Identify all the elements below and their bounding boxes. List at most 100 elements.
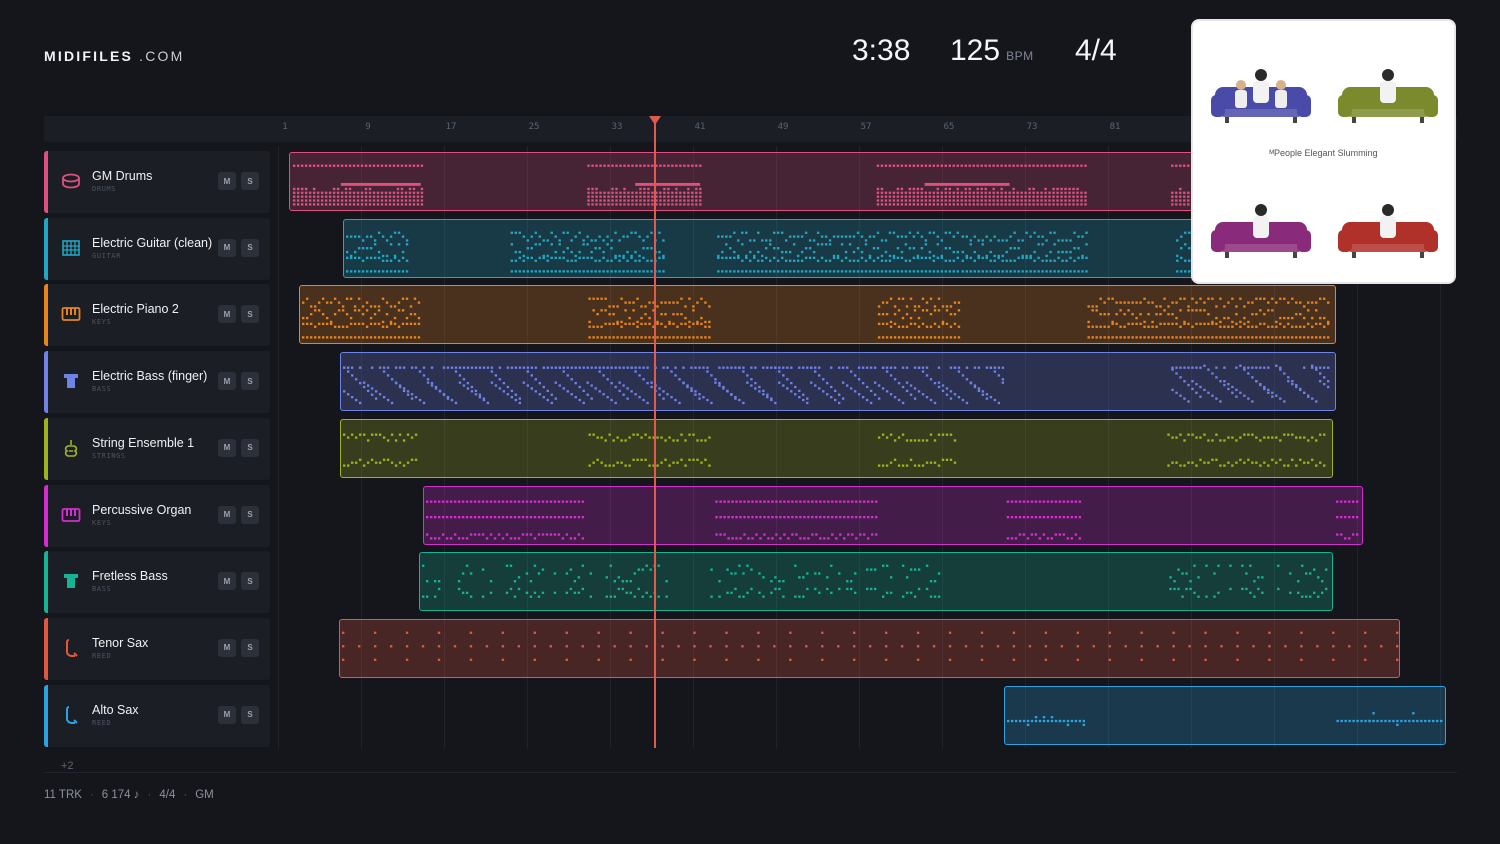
footer-time-signature: 4/4 — [159, 789, 176, 801]
ruler-bar-73: 73 — [1026, 122, 1038, 132]
track-name: Electric Bass (finger) — [92, 369, 208, 384]
footer-divider — [44, 772, 1457, 773]
mute-button[interactable]: M — [218, 238, 236, 257]
track-color-stripe — [44, 617, 48, 680]
album-sofa-photo — [1338, 61, 1438, 131]
midi-notes — [421, 564, 1328, 599]
grid-line — [278, 146, 279, 748]
midi-notes — [345, 231, 1215, 273]
track-name: Electric Piano 2 — [92, 302, 179, 317]
playhead-marker[interactable] — [649, 116, 661, 125]
footer-standard: GM — [195, 789, 214, 801]
track-header[interactable]: Electric Piano 2 KEYS M S — [44, 284, 270, 347]
brand-logo: MIDIFILES .COM — [44, 48, 184, 64]
track-category: REED — [92, 718, 112, 727]
guitar-fretboard-icon — [61, 238, 81, 258]
footer-track-count: 11 TRK — [44, 789, 82, 801]
track-category: KEYS — [92, 318, 112, 327]
track-category: STRINGS — [92, 451, 126, 460]
track-category: GUITAR — [92, 251, 121, 260]
midi-notes — [342, 433, 1326, 467]
bass-icon — [61, 571, 81, 591]
mute-button[interactable]: M — [218, 372, 236, 391]
midi-clip[interactable] — [1004, 685, 1446, 745]
ruler-bar-17: 17 — [445, 122, 457, 132]
midi-clip[interactable] — [343, 218, 1219, 278]
track-name: Fretless Bass — [92, 569, 168, 584]
track-header[interactable]: GM Drums DRUMS M S — [44, 151, 270, 213]
ruler-bar-9: 9 — [365, 122, 371, 132]
track-header[interactable]: Alto Sax REED M S — [44, 684, 270, 747]
solo-button[interactable]: S — [241, 572, 259, 591]
mute-button[interactable]: M — [218, 505, 236, 524]
time-display: 3:38 — [852, 34, 911, 67]
track-header[interactable]: Electric Bass (finger) BASS M S — [44, 351, 270, 414]
track-name: Alto Sax — [92, 702, 139, 717]
midi-clip[interactable] — [423, 485, 1363, 545]
solo-button[interactable]: S — [241, 705, 259, 724]
solo-button[interactable]: S — [241, 238, 259, 257]
track-header[interactable]: Fretless Bass BASS M S — [44, 551, 270, 614]
track-color-stripe — [44, 484, 48, 547]
ruler-bar-1: 1 — [282, 122, 288, 132]
track-color-stripe — [44, 684, 48, 747]
ruler-bar-41: 41 — [694, 122, 706, 132]
solo-button[interactable]: S — [241, 372, 259, 391]
footer-note-count: 6 174 ♪ — [101, 789, 140, 801]
midi-clip[interactable] — [299, 285, 1336, 345]
more-tracks-indicator[interactable]: +2 — [61, 760, 74, 772]
ruler-bar-65: 65 — [943, 122, 955, 132]
track-name: Percussive Organ — [92, 502, 192, 517]
track-color-stripe — [44, 551, 48, 614]
footer-stats: 11 TRK · 6 174 ♪ · 4/4 · GM — [44, 789, 214, 801]
midi-clip[interactable] — [340, 352, 1336, 412]
solo-button[interactable]: S — [241, 438, 259, 457]
solo-button[interactable]: S — [241, 305, 259, 324]
mute-button[interactable]: M — [218, 572, 236, 591]
track-category: KEYS — [92, 518, 112, 527]
piano-keys-icon — [61, 304, 81, 324]
midi-notes — [341, 631, 1399, 661]
track-header[interactable]: Electric Guitar (clean) GUITAR M S — [44, 217, 270, 280]
ruler-bar-49: 49 — [777, 122, 789, 132]
sax-icon — [61, 638, 81, 658]
midi-clip[interactable] — [289, 152, 1219, 211]
track-category: REED — [92, 651, 112, 660]
track-header[interactable]: Percussive Organ KEYS M S — [44, 484, 270, 547]
track-header[interactable]: String Ensemble 1 STRINGS M S — [44, 417, 270, 480]
track-header[interactable]: Tenor Sax REED M S — [44, 617, 270, 680]
track-category: BASS — [92, 585, 112, 594]
track-name: String Ensemble 1 — [92, 435, 195, 450]
mute-button[interactable]: M — [218, 305, 236, 324]
midi-clip[interactable] — [340, 418, 1333, 478]
track-name: Electric Guitar (clean) — [92, 235, 213, 250]
album-sofa-photo — [1211, 196, 1311, 266]
playhead[interactable] — [654, 122, 656, 748]
album-sofa-photo — [1338, 196, 1438, 266]
organ-keys-icon — [61, 505, 81, 525]
midi-clip[interactable] — [419, 552, 1333, 612]
ruler-bar-33: 33 — [611, 122, 623, 132]
track-name: Tenor Sax — [92, 635, 149, 650]
mute-button[interactable]: M — [218, 172, 236, 190]
drum-icon — [61, 171, 81, 191]
midi-notes — [301, 297, 1330, 339]
track-color-stripe — [44, 284, 48, 347]
track-color-stripe — [44, 151, 48, 213]
track-category: BASS — [92, 385, 112, 394]
midi-notes — [342, 364, 1330, 405]
bass-icon — [61, 371, 81, 391]
track-category: DRUMS — [92, 185, 117, 193]
solo-button[interactable]: S — [241, 172, 259, 190]
mute-button[interactable]: M — [218, 638, 236, 657]
mute-button[interactable]: M — [218, 438, 236, 457]
mute-button[interactable]: M — [218, 705, 236, 724]
sax-icon — [61, 705, 81, 725]
brand-suffix: .COM — [139, 48, 185, 64]
track-color-stripe — [44, 417, 48, 480]
solo-button[interactable]: S — [241, 505, 259, 524]
midi-clip[interactable] — [339, 618, 1400, 678]
bpm-display: 125 BPM — [950, 34, 1034, 68]
solo-button[interactable]: S — [241, 638, 259, 657]
bpm-unit: BPM — [1006, 49, 1034, 63]
